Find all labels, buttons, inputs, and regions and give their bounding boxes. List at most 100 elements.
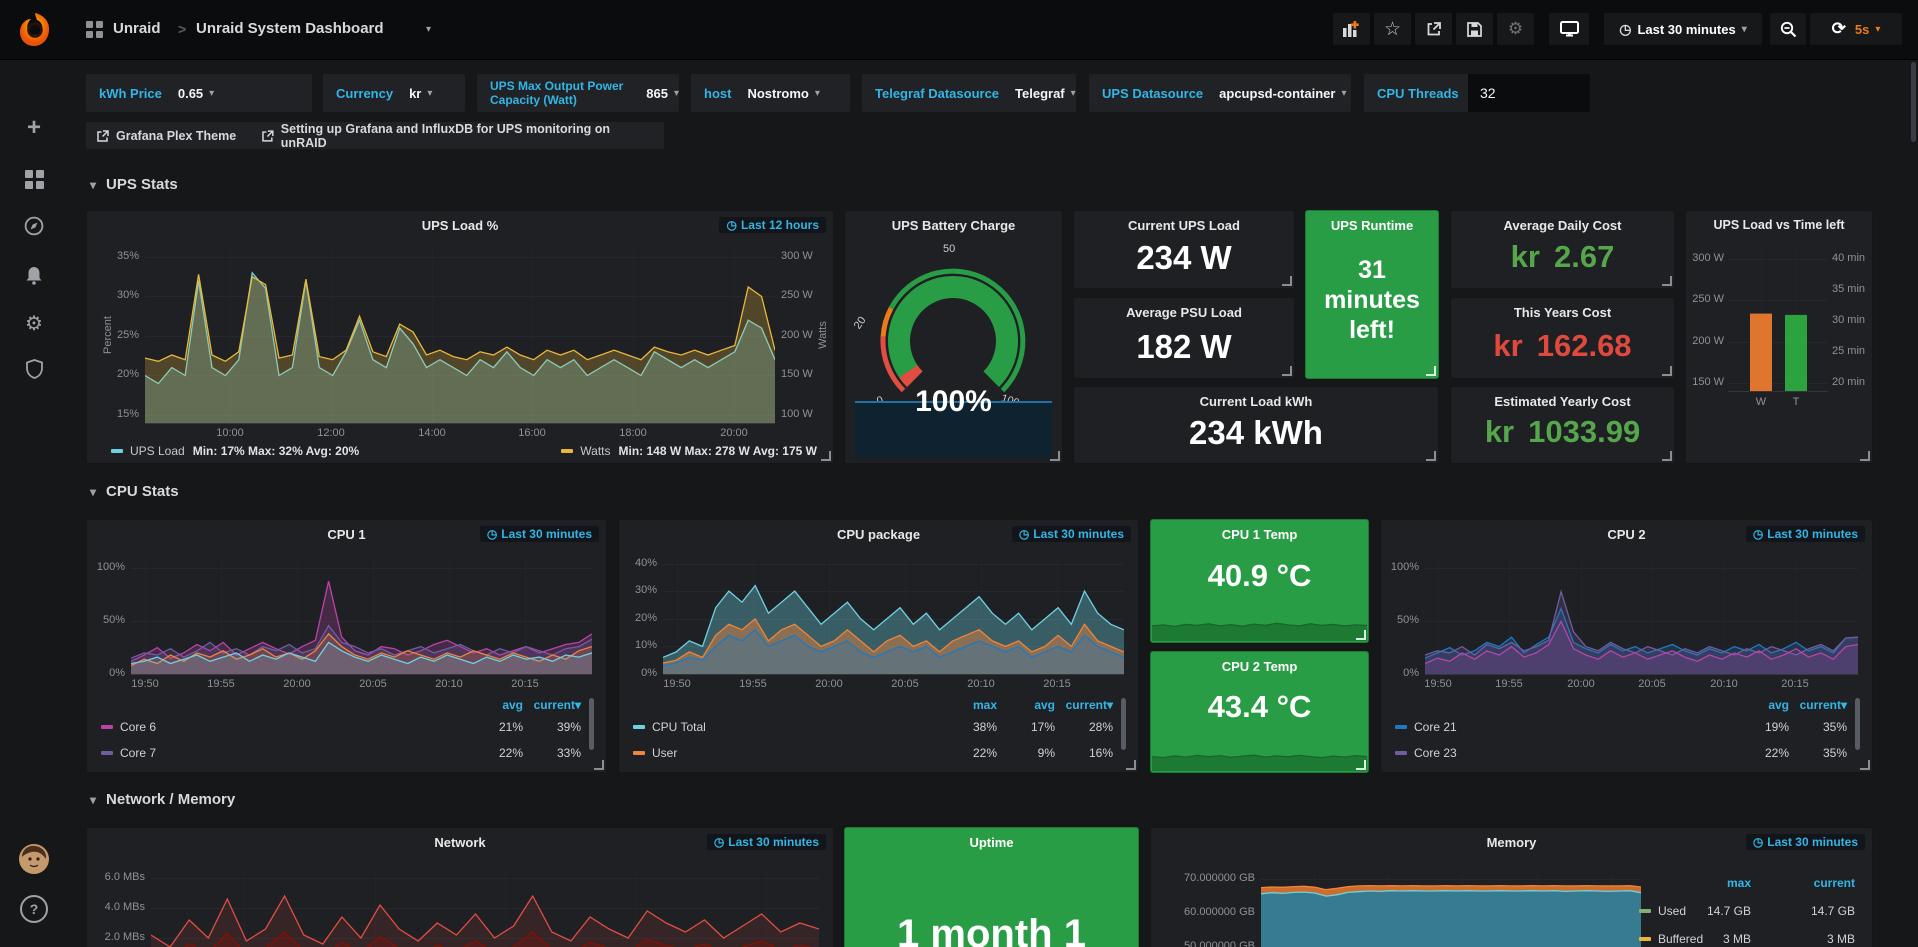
variable-ups-datasource[interactable]: UPS Datasource apcupsd-container ▾ xyxy=(1089,74,1351,112)
breadcrumb-app[interactable]: Unraid xyxy=(113,20,161,37)
y-tick: 0% xyxy=(1385,667,1419,679)
section-cpu-stats[interactable]: ▾ CPU Stats xyxy=(90,483,179,500)
section-ups-stats[interactable]: ▾ UPS Stats xyxy=(90,176,178,193)
legend-row[interactable]: Core 21 xyxy=(1395,720,1457,734)
memory-chart[interactable] xyxy=(1261,872,1641,947)
variable-ups-max-output[interactable]: UPS Max Output Power Capacity (Watt) 865… xyxy=(477,74,679,112)
grafana-logo[interactable] xyxy=(16,11,54,49)
panel-title[interactable]: Average PSU Load xyxy=(1074,305,1294,320)
link-ups-monitoring-guide[interactable]: Setting up Grafana and InfluxDB for UPS … xyxy=(251,122,664,149)
panel-resize-handle[interactable] xyxy=(1426,366,1436,376)
variable-kwh-price[interactable]: kWh Price 0.65 ▾ xyxy=(86,74,312,112)
dashboard-settings-button[interactable]: ⚙ xyxy=(1497,13,1534,45)
panel-title[interactable]: UPS Battery Charge xyxy=(845,218,1062,233)
legend-header-avg[interactable]: avg xyxy=(997,698,1055,712)
legend-header-max[interactable]: max xyxy=(939,698,997,712)
legend-header-max[interactable]: max xyxy=(1661,876,1751,890)
star-dashboard-button[interactable]: ☆ xyxy=(1374,13,1411,45)
panel-title[interactable]: Current UPS Load xyxy=(1074,218,1294,233)
legend-header-avg[interactable]: avg xyxy=(1731,698,1789,712)
panel-resize-handle[interactable] xyxy=(821,451,831,461)
panel-resize-handle[interactable] xyxy=(1282,276,1292,286)
refresh-picker[interactable]: ⟳ 5s ▾ xyxy=(1810,13,1902,45)
panel-resize-handle[interactable] xyxy=(1356,630,1366,640)
panel-resize-handle[interactable] xyxy=(1356,760,1366,770)
legend-row[interactable]: CPU Total xyxy=(633,720,706,734)
x-tick: 20:00 xyxy=(283,678,311,690)
variable-label: Telegraf Datasource xyxy=(862,86,999,101)
panel-title[interactable]: UPS Runtime xyxy=(1306,218,1438,233)
sidebar-dashboards-button[interactable] xyxy=(18,163,50,195)
add-panel-button[interactable] xyxy=(1333,13,1370,45)
legend-row[interactable]: Core 6 xyxy=(101,720,156,734)
variable-currency[interactable]: Currency kr ▾ xyxy=(323,74,465,112)
ups-load-chart[interactable] xyxy=(145,249,775,423)
legend-header-avg[interactable]: avg xyxy=(465,698,523,712)
legend-header-current[interactable]: current▾ xyxy=(1055,698,1113,712)
cpu-threads-input[interactable]: 32 xyxy=(1468,74,1590,112)
legend-row[interactable]: Core 7 xyxy=(101,746,156,760)
cpu-package-chart[interactable] xyxy=(663,558,1124,674)
ups-load-time-bars[interactable] xyxy=(1728,251,1828,391)
sidebar-explore-button[interactable] xyxy=(18,210,50,242)
zoom-out-time-button[interactable] xyxy=(1770,13,1806,45)
panel-title[interactable]: Current Load kWh xyxy=(1074,394,1438,409)
share-dashboard-button[interactable] xyxy=(1415,13,1452,45)
legend-row[interactable]: User xyxy=(633,746,677,760)
stat-value: 1 month 1 xyxy=(845,912,1138,947)
dashboard: Unraid > Unraid System Dashboard ▾ ☆ ⚙ xyxy=(0,0,1918,947)
cycle-view-mode-button[interactable] xyxy=(1549,13,1589,45)
legend-scrollbar[interactable] xyxy=(589,698,594,750)
cpu2-chart[interactable] xyxy=(1425,558,1858,674)
variable-telegraf-datasource[interactable]: Telegraf Datasource Telegraf ▾ xyxy=(862,74,1076,112)
page-scrollbar[interactable] xyxy=(1911,62,1916,142)
legend-scrollbar[interactable] xyxy=(1121,698,1126,750)
y-tick: 0% xyxy=(91,667,125,679)
panel-resize-handle[interactable] xyxy=(1662,366,1672,376)
panel-resize-handle[interactable] xyxy=(1282,366,1292,376)
breadcrumb-page-title[interactable]: Unraid System Dashboard xyxy=(196,20,384,37)
panel-resize-handle[interactable] xyxy=(1426,451,1436,461)
link-grafana-plex-theme[interactable]: Grafana Plex Theme xyxy=(86,122,267,149)
legend-ups-load[interactable]: UPS Load Min: 17% Max: 32% Avg: 20% xyxy=(111,444,359,458)
legend-scrollbar[interactable] xyxy=(1855,698,1860,750)
panel-title[interactable]: Uptime xyxy=(845,835,1138,850)
chevron-down-icon: ▾ xyxy=(90,485,96,499)
help-button[interactable]: ? xyxy=(18,893,50,925)
panel-title[interactable]: Average Daily Cost xyxy=(1451,218,1674,233)
panel-resize-handle[interactable] xyxy=(1126,760,1136,770)
legend-row[interactable]: Core 23 xyxy=(1395,746,1457,760)
section-network-memory[interactable]: ▾ Network / Memory xyxy=(90,791,235,808)
panel-title[interactable]: This Years Cost xyxy=(1451,305,1674,320)
panel-resize-handle[interactable] xyxy=(1662,451,1672,461)
save-dashboard-button[interactable] xyxy=(1456,13,1493,45)
panel-title[interactable]: CPU 1 Temp xyxy=(1151,527,1368,542)
sidebar-create-button[interactable]: + xyxy=(18,112,50,144)
panel-title[interactable]: Estimated Yearly Cost xyxy=(1451,394,1674,409)
sidebar-server-admin-button[interactable] xyxy=(18,353,50,385)
legend-header-current[interactable]: current xyxy=(1765,876,1855,890)
cpu1-chart[interactable] xyxy=(131,558,592,674)
sidebar-alerting-button[interactable] xyxy=(18,259,50,291)
panel-resize-handle[interactable] xyxy=(1860,760,1870,770)
panel-title[interactable]: CPU 2 Temp xyxy=(1151,659,1368,674)
dashboard-title-caret-icon[interactable]: ▾ xyxy=(426,24,431,35)
network-chart[interactable] xyxy=(151,872,819,947)
legend-watts[interactable]: Watts Min: 148 W Max: 278 W Avg: 175 W xyxy=(561,444,817,458)
breadcrumb-separator: > xyxy=(178,21,186,37)
variable-host[interactable]: host Nostromo ▾ xyxy=(691,74,850,112)
legend-header-current[interactable]: current▾ xyxy=(1789,698,1847,712)
x-tick: 19:50 xyxy=(131,678,159,690)
time-range-picker[interactable]: ◷ Last 30 minutes ▾ xyxy=(1604,13,1762,45)
apps-grid-icon[interactable] xyxy=(86,21,103,43)
y-tick-right: 25 min xyxy=(1832,345,1865,357)
legend-header-current[interactable]: current▾ xyxy=(523,698,581,712)
panel-resize-handle[interactable] xyxy=(594,760,604,770)
panel-resize-handle[interactable] xyxy=(1050,451,1060,461)
panel-title[interactable]: UPS Load vs Time left xyxy=(1686,218,1872,232)
sidebar-configuration-button[interactable]: ⚙ xyxy=(18,307,50,339)
user-avatar[interactable] xyxy=(18,843,50,875)
panel-resize-handle[interactable] xyxy=(1662,276,1672,286)
panel-resize-handle[interactable] xyxy=(1860,451,1870,461)
x-tick: 14:00 xyxy=(418,427,446,439)
